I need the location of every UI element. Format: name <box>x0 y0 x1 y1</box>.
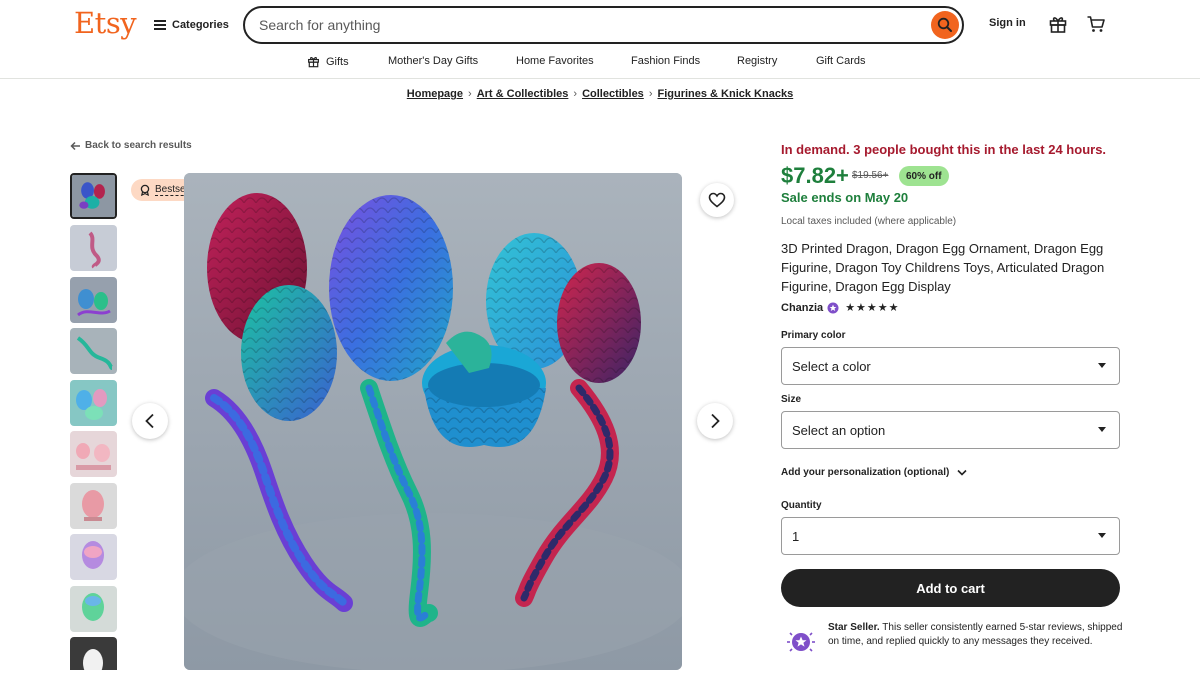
thumbnail-selected[interactable] <box>70 173 117 219</box>
back-to-results-link[interactable]: Back to search results <box>70 140 192 151</box>
product-title: 3D Printed Dragon, Dragon Egg Ornament, … <box>781 241 1105 294</box>
chevron-right-icon <box>711 413 720 429</box>
sale-ends-text: Sale ends on May 20 <box>781 190 909 205</box>
thumbnail[interactable] <box>70 277 117 323</box>
chevron-left-icon <box>145 413 154 429</box>
search-button[interactable] <box>931 11 959 39</box>
quantity-value: 1 <box>792 528 800 544</box>
primary-color-label: Primary color <box>781 330 846 341</box>
cart-icon[interactable] <box>1086 14 1106 34</box>
original-price: $19.56+ <box>852 170 889 181</box>
nav-label: Gifts <box>326 55 349 68</box>
breadcrumb-link[interactable]: Homepage <box>407 88 463 100</box>
award-icon <box>140 184 150 196</box>
chevron-down-icon <box>957 469 967 476</box>
shop-name-link[interactable]: Chanzia <box>781 302 823 314</box>
heart-icon <box>708 192 726 208</box>
discount-badge: 60% off <box>899 166 949 186</box>
size-select[interactable]: Select an option <box>781 411 1120 449</box>
nav-home-favorites[interactable]: Home Favorites <box>516 55 594 67</box>
taxes-note: Local taxes included (where applicable) <box>781 216 957 227</box>
personalization-label: Add your personalization (optional) <box>781 467 950 478</box>
caret-down-icon <box>1098 533 1106 538</box>
star-seller-description: Star Seller. This seller consistently ea… <box>828 621 1123 649</box>
size-value: Select an option <box>792 422 886 438</box>
sign-in-link[interactable]: Sign in <box>989 17 1026 29</box>
chevron-right-icon: › <box>573 88 578 100</box>
demand-message: In demand. 3 people bought this in the l… <box>781 142 1107 157</box>
quantity-select[interactable]: 1 <box>781 517 1120 555</box>
chevron-right-icon: › <box>648 88 653 100</box>
nav-fashion-finds[interactable]: Fashion Finds <box>631 55 700 67</box>
etsy-logo[interactable]: Etsy <box>74 6 137 40</box>
caret-down-icon <box>1098 427 1106 432</box>
chevron-right-icon: › <box>468 88 472 100</box>
star-seller-badge-icon <box>827 302 839 313</box>
thumbnail[interactable] <box>70 328 117 374</box>
thumbnail[interactable] <box>70 483 117 529</box>
breadcrumb: Homepage › Art & Collectibles › Collectibles… <box>0 88 1200 100</box>
caret-down-icon <box>1098 363 1106 368</box>
search-input[interactable] <box>259 16 919 34</box>
thumbnail[interactable] <box>70 534 117 580</box>
shop-info: Chanzia ★★★★★ <box>781 301 900 315</box>
rating-stars[interactable]: ★★★★★ <box>845 301 899 314</box>
back-label: Back to search results <box>85 140 192 151</box>
arrow-left-icon <box>70 141 80 150</box>
sale-price: $7.82+ <box>781 163 849 188</box>
breadcrumb-link[interactable]: Collectibles <box>582 88 644 100</box>
breadcrumb-link[interactable]: Art & Collectibles <box>477 88 569 100</box>
thumbnail[interactable] <box>70 380 117 426</box>
size-label: Size <box>781 394 802 405</box>
gift-icon <box>308 57 319 68</box>
thumbnail[interactable] <box>70 637 117 670</box>
nav-gifts[interactable]: Gifts <box>307 55 349 68</box>
quantity-label: Quantity <box>781 500 822 511</box>
next-image-button[interactable] <box>697 403 733 439</box>
nav-mothers-day-gifts[interactable]: Mother's Day Gifts <box>388 55 478 67</box>
thumbnail[interactable] <box>70 431 117 477</box>
thumbnail[interactable] <box>70 225 117 271</box>
search-bar <box>243 6 964 44</box>
main-product-image[interactable] <box>184 173 682 670</box>
previous-image-button[interactable] <box>132 403 168 439</box>
personalization-toggle[interactable]: Add your personalization (optional) <box>781 467 967 478</box>
favorite-button[interactable] <box>700 183 734 217</box>
thumbnail[interactable] <box>70 586 117 632</box>
category-nav: Gifts Mother's Day Gifts Home Favorites … <box>0 50 1200 79</box>
breadcrumb-link[interactable]: Figurines & Knick Knacks <box>657 88 793 100</box>
primary-color-select[interactable]: Select a color <box>781 347 1120 385</box>
menu-icon <box>154 20 166 30</box>
thumbnail-list <box>70 173 118 670</box>
search-icon <box>937 17 952 32</box>
nav-gift-cards[interactable]: Gift Cards <box>816 55 866 67</box>
star-seller-title: Star Seller. <box>828 622 880 633</box>
categories-label: Categories <box>172 19 229 31</box>
primary-color-value: Select a color <box>792 358 871 374</box>
star-seller-icon <box>787 632 815 652</box>
site-header: Etsy Categories Sign in <box>0 0 1200 50</box>
nav-registry[interactable]: Registry <box>737 55 777 67</box>
gift-icon[interactable] <box>1048 14 1068 34</box>
add-to-cart-button[interactable]: Add to cart <box>781 569 1120 607</box>
categories-button[interactable]: Categories <box>154 14 229 36</box>
